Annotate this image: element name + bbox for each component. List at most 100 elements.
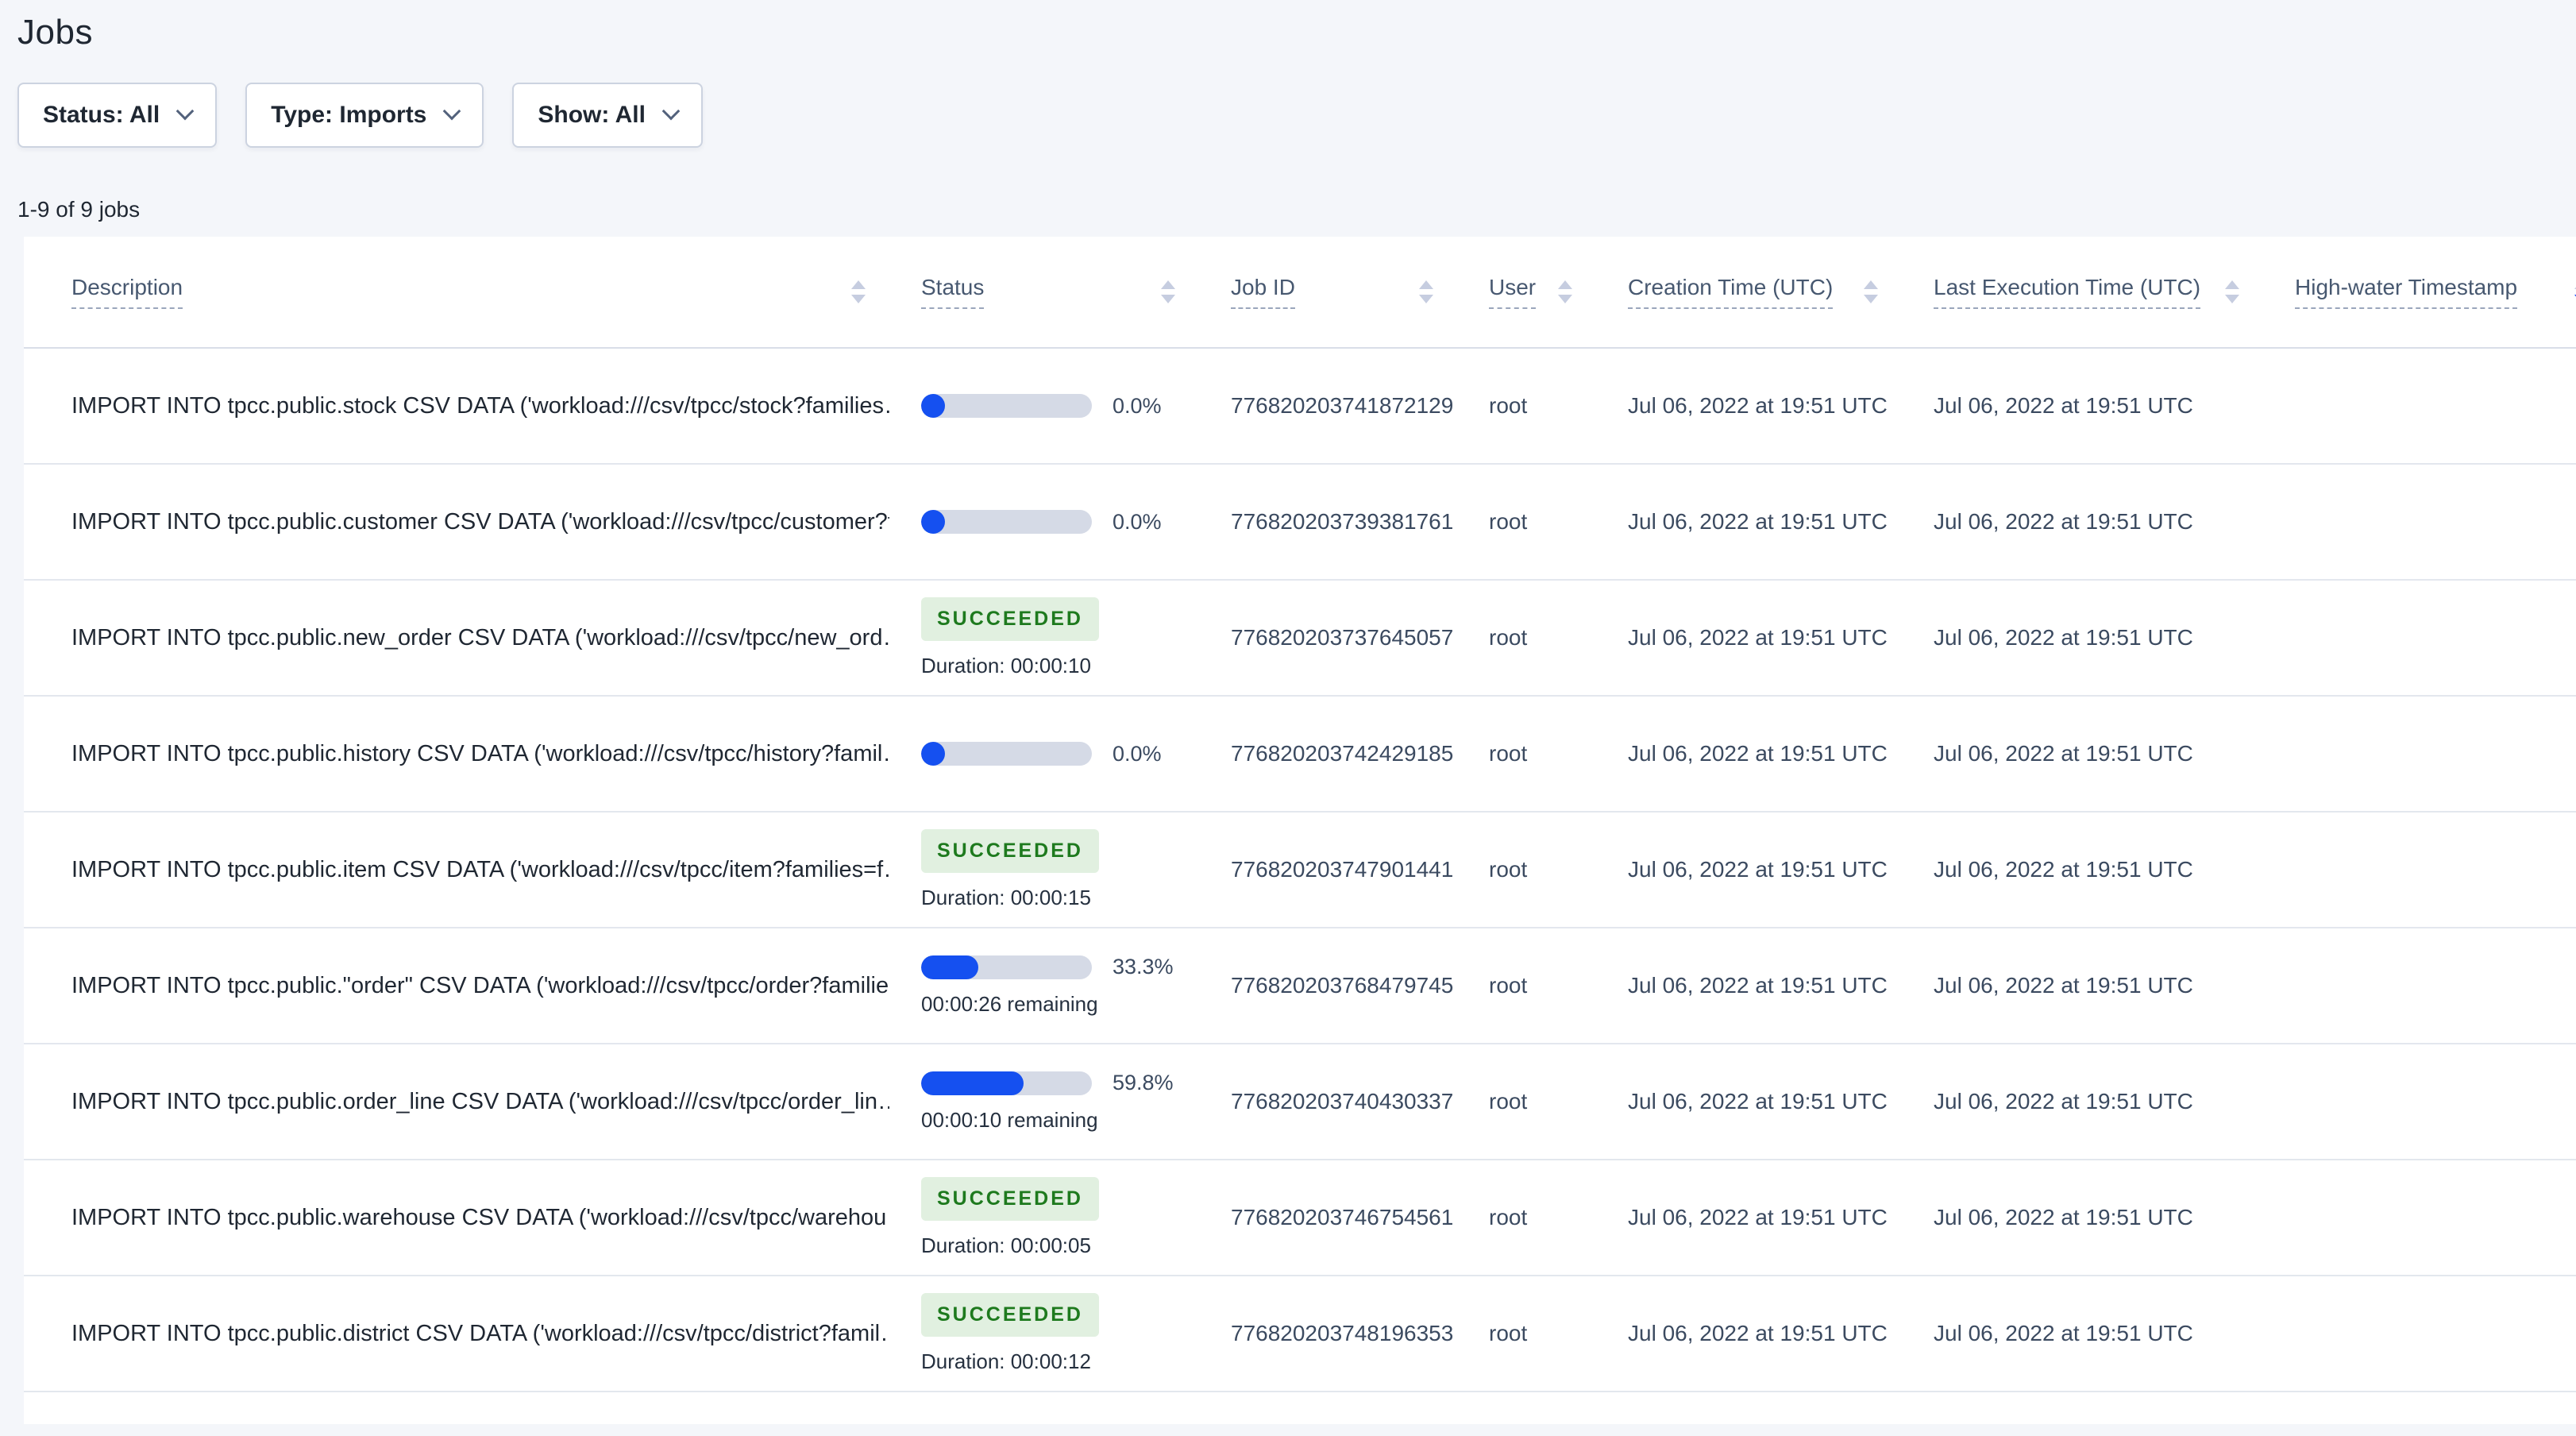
job-last-execution-time: Jul 06, 2022 at 19:51 UTC — [1902, 1159, 2263, 1276]
table-row: IMPORT INTO tpcc.public.stock CSV DATA (… — [24, 348, 2576, 464]
job-last-execution-time: Jul 06, 2022 at 19:51 UTC — [1902, 811, 2263, 928]
sort-arrows-icon — [1402, 280, 1433, 303]
job-creation-time: Jul 06, 2022 at 19:51 UTC — [1596, 579, 1902, 696]
column-header-job-id[interactable]: Job ID — [1199, 237, 1457, 349]
table-row: IMPORT INTO tpcc.public.warehouse CSV DA… — [24, 1159, 2576, 1276]
job-high-water-timestamp — [2263, 348, 2576, 464]
sort-arrows-icon — [834, 280, 866, 303]
job-user: root — [1457, 927, 1596, 1044]
job-user: root — [1457, 695, 1596, 812]
job-status-cell: SUCCEEDED Duration: 00:00:15 — [889, 811, 1199, 928]
job-user: root — [1489, 393, 1528, 418]
job-last-execution-time: Jul 06, 2022 at 19:51 UTC — [1902, 927, 2263, 1044]
job-creation-time: Jul 06, 2022 at 19:51 UTC — [1596, 811, 1902, 928]
job-duration: Duration: 00:00:05 — [921, 1233, 1091, 1257]
status-badge: SUCCEEDED — [921, 597, 1099, 641]
job-duration: Duration: 00:00:15 — [921, 886, 1091, 909]
sort-arrows-icon — [1541, 280, 1572, 303]
status-badge: SUCCEEDED — [921, 1293, 1099, 1337]
table-row: IMPORT INTO tpcc.public."order" CSV DATA… — [24, 927, 2576, 1044]
column-header-last-execution-time[interactable]: Last Execution Time (UTC) — [1902, 237, 2263, 349]
job-high-water-timestamp — [2263, 1159, 2576, 1276]
table-row: IMPORT INTO tpcc.public.customer CSV DAT… — [24, 463, 2576, 580]
job-description: IMPORT INTO tpcc.public.item CSV DATA ('… — [24, 811, 889, 928]
job-id: 776820203747901441 — [1199, 811, 1457, 928]
column-header-user[interactable]: User — [1457, 237, 1596, 349]
table-row: IMPORT INTO tpcc.public.order_line CSV D… — [24, 1043, 2576, 1160]
show-filter-dropdown[interactable]: Show: All — [512, 83, 703, 148]
sort-arrows-icon — [2557, 280, 2576, 303]
job-user: root — [1457, 1159, 1596, 1276]
progress-percent: 0.0% — [1113, 393, 1162, 418]
table-row: IMPORT INTO tpcc.public.new_order CSV DA… — [24, 579, 2576, 696]
job-description: IMPORT INTO tpcc.public.stock CSV DATA (… — [71, 392, 889, 419]
progress-bar — [921, 1071, 1092, 1095]
job-status-cell: 59.8% 00:00:10 remaining — [889, 1043, 1199, 1160]
progress-bar — [921, 510, 1092, 534]
filter-bar: Status: All Type: Imports Show: All — [17, 83, 2576, 148]
progress-bar-fill — [921, 1071, 1024, 1095]
column-header-description[interactable]: Description — [24, 237, 889, 349]
job-user: root — [1457, 1043, 1596, 1160]
type-filter-label: Type: Imports — [271, 102, 427, 128]
job-user: root — [1457, 811, 1596, 928]
job-description: IMPORT INTO tpcc.public.customer CSV DAT… — [24, 463, 889, 580]
job-last-execution-time: Jul 06, 2022 at 19:51 UTC — [1902, 1275, 2263, 1392]
job-id: 776820203768479745 — [1199, 927, 1457, 1044]
time-remaining: 00:00:10 remaining — [921, 1108, 1098, 1132]
jobs-table-body: IMPORT INTO tpcc.public.stock CSV DATA (… — [24, 348, 2576, 1392]
progress-bar — [921, 742, 1092, 766]
job-status-cell: SUCCEEDED Duration: 00:00:12 — [889, 1275, 1199, 1392]
job-description: IMPORT INTO tpcc.public.new_order CSV DA… — [24, 579, 889, 696]
job-creation-time: Jul 06, 2022 at 19:51 UTC — [1596, 1043, 1902, 1160]
jobs-table: Description Status Job ID User Creation … — [24, 237, 2576, 1392]
column-header-high-water-timestamp[interactable]: High-water Timestamp — [2263, 237, 2576, 349]
job-status-cell: SUCCEEDED Duration: 00:00:10 — [889, 579, 1199, 696]
column-header-creation-time[interactable]: Creation Time (UTC) — [1596, 237, 1902, 349]
job-last-execution-time: Jul 06, 2022 at 19:51 UTC — [1902, 463, 2263, 580]
status-badge: SUCCEEDED — [921, 1177, 1099, 1221]
column-header-status[interactable]: Status — [889, 237, 1199, 349]
job-last-execution-time: Jul 06, 2022 at 19:51 UTC — [1902, 579, 2263, 696]
job-description: IMPORT INTO tpcc.public.order_line CSV D… — [24, 1043, 889, 1160]
progress-bar-fill — [921, 394, 945, 418]
table-row: IMPORT INTO tpcc.public.item CSV DATA ('… — [24, 811, 2576, 928]
jobs-count-summary: 1-9 of 9 jobs — [17, 197, 141, 222]
status-badge: SUCCEEDED — [921, 829, 1099, 873]
job-status-cell: 0.0% — [889, 695, 1199, 812]
job-user: root — [1457, 1275, 1596, 1392]
time-remaining: 00:00:26 remaining — [921, 992, 1098, 1016]
sort-arrows-icon — [1846, 280, 1878, 303]
job-high-water-timestamp — [2263, 811, 2576, 928]
job-creation-time: Jul 06, 2022 at 19:51 UTC — [1596, 463, 1902, 580]
chevron-down-icon — [175, 102, 195, 121]
job-status-cell: SUCCEEDED Duration: 00:00:05 — [889, 1159, 1199, 1276]
type-filter-dropdown[interactable]: Type: Imports — [245, 83, 484, 148]
show-filter-label: Show: All — [538, 102, 646, 128]
job-description: IMPORT INTO tpcc.public.district CSV DAT… — [24, 1275, 889, 1392]
job-creation-time: Jul 06, 2022 at 19:51 UTC — [1596, 927, 1902, 1044]
table-row: IMPORT INTO tpcc.public.history CSV DATA… — [24, 695, 2576, 812]
job-id: 776820203741872129 — [1231, 393, 1454, 418]
job-creation-time: Jul 06, 2022 at 19:51 UTC — [1596, 695, 1902, 812]
job-creation-time: Jul 06, 2022 at 19:51 UTC — [1596, 1275, 1902, 1392]
table-row: IMPORT INTO tpcc.public.district CSV DAT… — [24, 1275, 2576, 1392]
status-filter-label: Status: All — [43, 102, 160, 128]
job-creation-time: Jul 06, 2022 at 19:51 UTC — [1628, 393, 1888, 418]
job-id: 776820203748196353 — [1199, 1275, 1457, 1392]
progress-percent: 33.3% — [1113, 955, 1174, 979]
job-user: root — [1457, 579, 1596, 696]
status-filter-dropdown[interactable]: Status: All — [17, 83, 218, 148]
job-high-water-timestamp — [2263, 695, 2576, 812]
job-last-execution-time: Jul 06, 2022 at 19:51 UTC — [1934, 393, 2193, 418]
job-duration: Duration: 00:00:10 — [921, 654, 1091, 677]
progress-percent: 59.8% — [1113, 1071, 1174, 1094]
progress-bar-fill — [921, 742, 945, 766]
job-status-cell: 0.0% — [889, 348, 1199, 464]
sort-arrows-icon — [1143, 280, 1175, 303]
job-description: IMPORT INTO tpcc.public.history CSV DATA… — [24, 695, 889, 812]
chevron-down-icon — [661, 102, 681, 121]
job-id: 776820203737645057 — [1199, 579, 1457, 696]
job-high-water-timestamp — [2263, 579, 2576, 696]
job-id: 776820203739381761 — [1199, 463, 1457, 580]
